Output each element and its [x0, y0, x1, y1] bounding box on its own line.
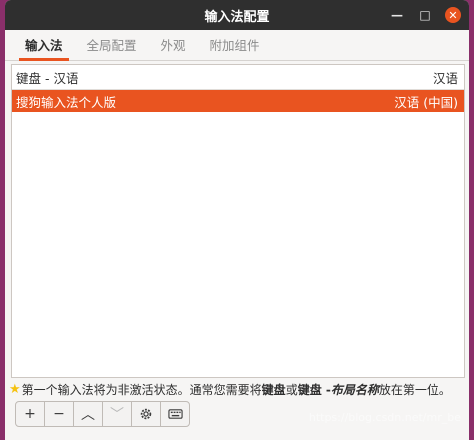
input-method-list[interactable]: 键盘 - 汉语 汉语 搜狗输入法个人版 汉语 (中国): [11, 64, 465, 378]
hint-part2: 或: [285, 382, 298, 397]
maximize-button[interactable]: □: [417, 7, 433, 23]
configure-button[interactable]: [131, 401, 161, 427]
tab-global-config[interactable]: 全局配置: [75, 32, 149, 60]
list-item-language: 汉语 (中国): [394, 94, 458, 110]
add-button[interactable]: +: [15, 401, 45, 427]
hint-italic: 布局名称: [330, 382, 379, 397]
list-row-sogou[interactable]: 搜狗输入法个人版 汉语 (中国): [12, 90, 464, 112]
list-item-name: 搜狗输入法个人版: [16, 94, 117, 110]
tab-addons[interactable]: 附加组件: [198, 32, 272, 60]
move-down-button[interactable]: ﹀: [102, 401, 132, 427]
list-item-name: 键盘 - 汉语: [16, 70, 79, 86]
list-row-keyboard[interactable]: 键盘 - 汉语 汉语: [12, 65, 464, 90]
list-toolbar: + − ︿ ﹀: [15, 401, 190, 427]
window-controls: — □ ✕: [389, 0, 461, 30]
remove-button[interactable]: −: [44, 401, 74, 427]
hint-part1: 第一个输入法将为非激活状态。通常您需要将: [21, 382, 262, 397]
close-button[interactable]: ✕: [445, 7, 461, 23]
minimize-button[interactable]: —: [389, 7, 405, 23]
tab-input-method[interactable]: 输入法: [13, 32, 75, 61]
keyboard-layout-button[interactable]: [160, 401, 190, 427]
list-item-language: 汉语: [432, 70, 458, 86]
hint-text: ★ 第一个输入法将为非激活状态。通常您需要将 键盘 或 键盘 - 布局名称 放在…: [9, 381, 465, 397]
keyboard-icon: [167, 409, 183, 419]
hint-part3: 放在第一位。: [378, 382, 451, 397]
star-icon: ★: [9, 381, 21, 397]
gear-icon: [140, 408, 152, 420]
input-method-config-window: 输入法配置 — □ ✕ 输入法 全局配置 外观 附加组件 键盘 - 汉语 汉语 …: [5, 0, 469, 440]
hint-bold1: 键盘: [261, 382, 286, 397]
tab-appearance[interactable]: 外观: [149, 32, 198, 60]
hint-bold2: 键盘 -: [297, 382, 331, 397]
move-up-button[interactable]: ︿: [73, 401, 103, 427]
window-title: 输入法配置: [204, 9, 270, 25]
watermark: https://blog.csdn.net/mr_be: [308, 411, 461, 424]
titlebar[interactable]: 输入法配置 — □ ✕: [5, 0, 469, 30]
tab-bar: 输入法 全局配置 外观 附加组件: [5, 30, 469, 61]
